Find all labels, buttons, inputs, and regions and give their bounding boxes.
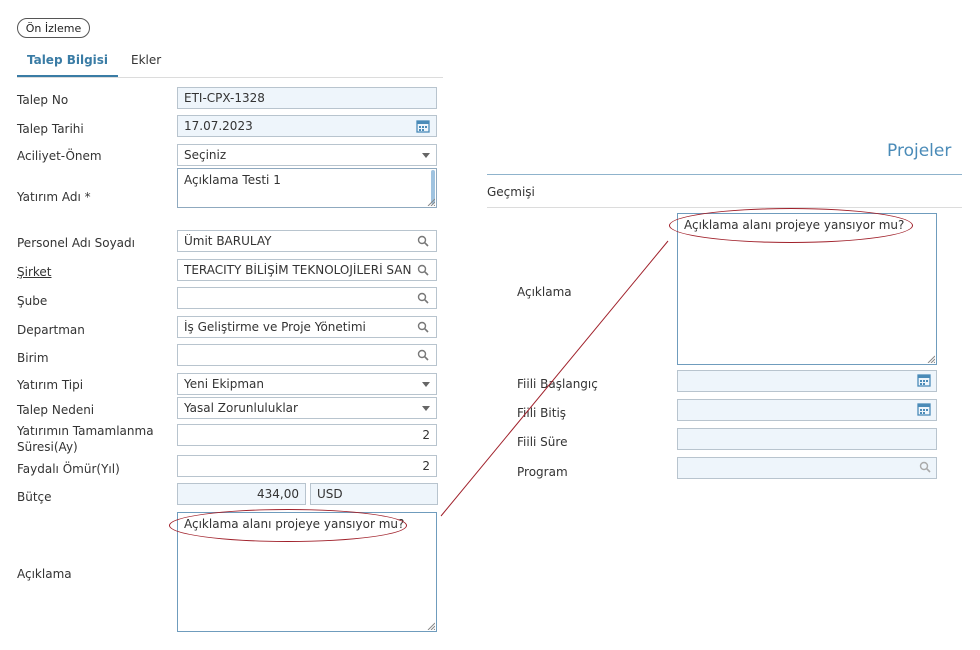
annotation-connector <box>440 240 669 517</box>
